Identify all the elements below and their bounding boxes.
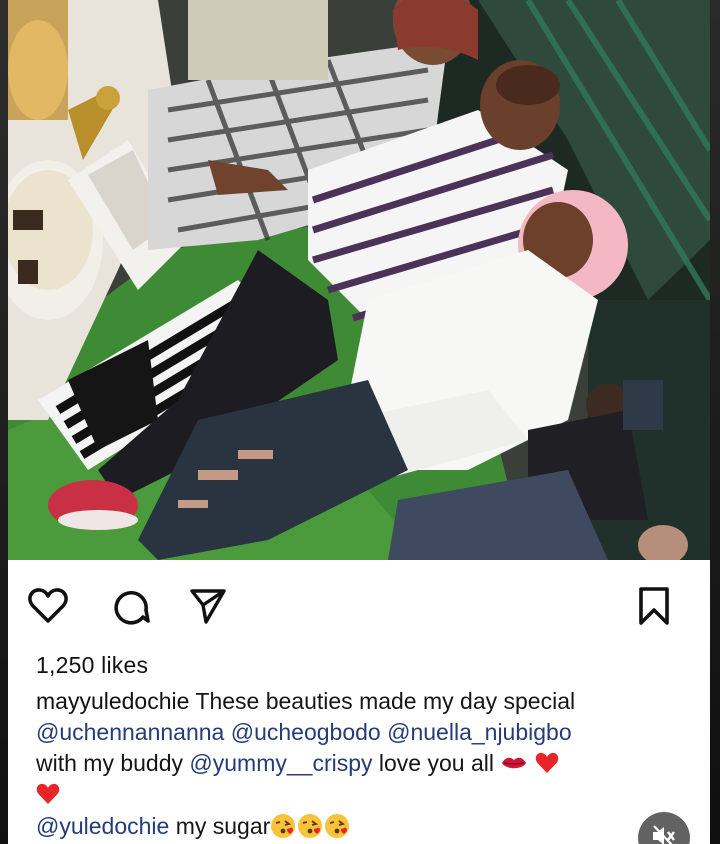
likes-count[interactable]: 1,250 likes	[36, 652, 148, 679]
post-action-bar	[26, 584, 686, 632]
mention-link[interactable]: @yummy__crispy	[189, 750, 372, 776]
kissing-face-icon	[324, 813, 350, 839]
red-heart-icon	[535, 751, 559, 773]
heart-icon[interactable]	[26, 584, 70, 628]
post-caption: mayyuledochie These beauties made my day…	[36, 686, 696, 810]
caption-text: with my buddy	[36, 750, 184, 776]
kiss-mark-icon	[500, 749, 528, 769]
mention-link[interactable]: @uchennannanna	[36, 719, 224, 745]
red-heart-icon	[36, 782, 60, 804]
caption-username[interactable]: mayyuledochie	[36, 688, 189, 714]
kissing-face-icon	[270, 813, 296, 839]
left-frame	[0, 0, 8, 844]
mention-link[interactable]: @nuella_njubigbo	[387, 719, 572, 745]
kissing-face-icon	[297, 813, 323, 839]
comment-icon[interactable]	[110, 584, 154, 628]
post-photo[interactable]	[8, 0, 710, 560]
speaker-muted-icon	[651, 824, 677, 844]
send-icon[interactable]	[186, 584, 230, 628]
caption-text: love you all	[378, 750, 494, 776]
comment-row: @yuledochie my sugar	[36, 813, 351, 840]
instagram-post: 1,250 likes mayyuledochie These beauties…	[0, 0, 720, 844]
right-frame	[710, 0, 720, 844]
bookmark-icon[interactable]	[632, 584, 676, 628]
comment-mention[interactable]: @yuledochie	[36, 813, 169, 839]
comment-text: my sugar	[175, 813, 271, 839]
caption-text: These beauties made my day special	[195, 688, 576, 714]
mention-link[interactable]: @ucheogbodo	[231, 719, 381, 745]
